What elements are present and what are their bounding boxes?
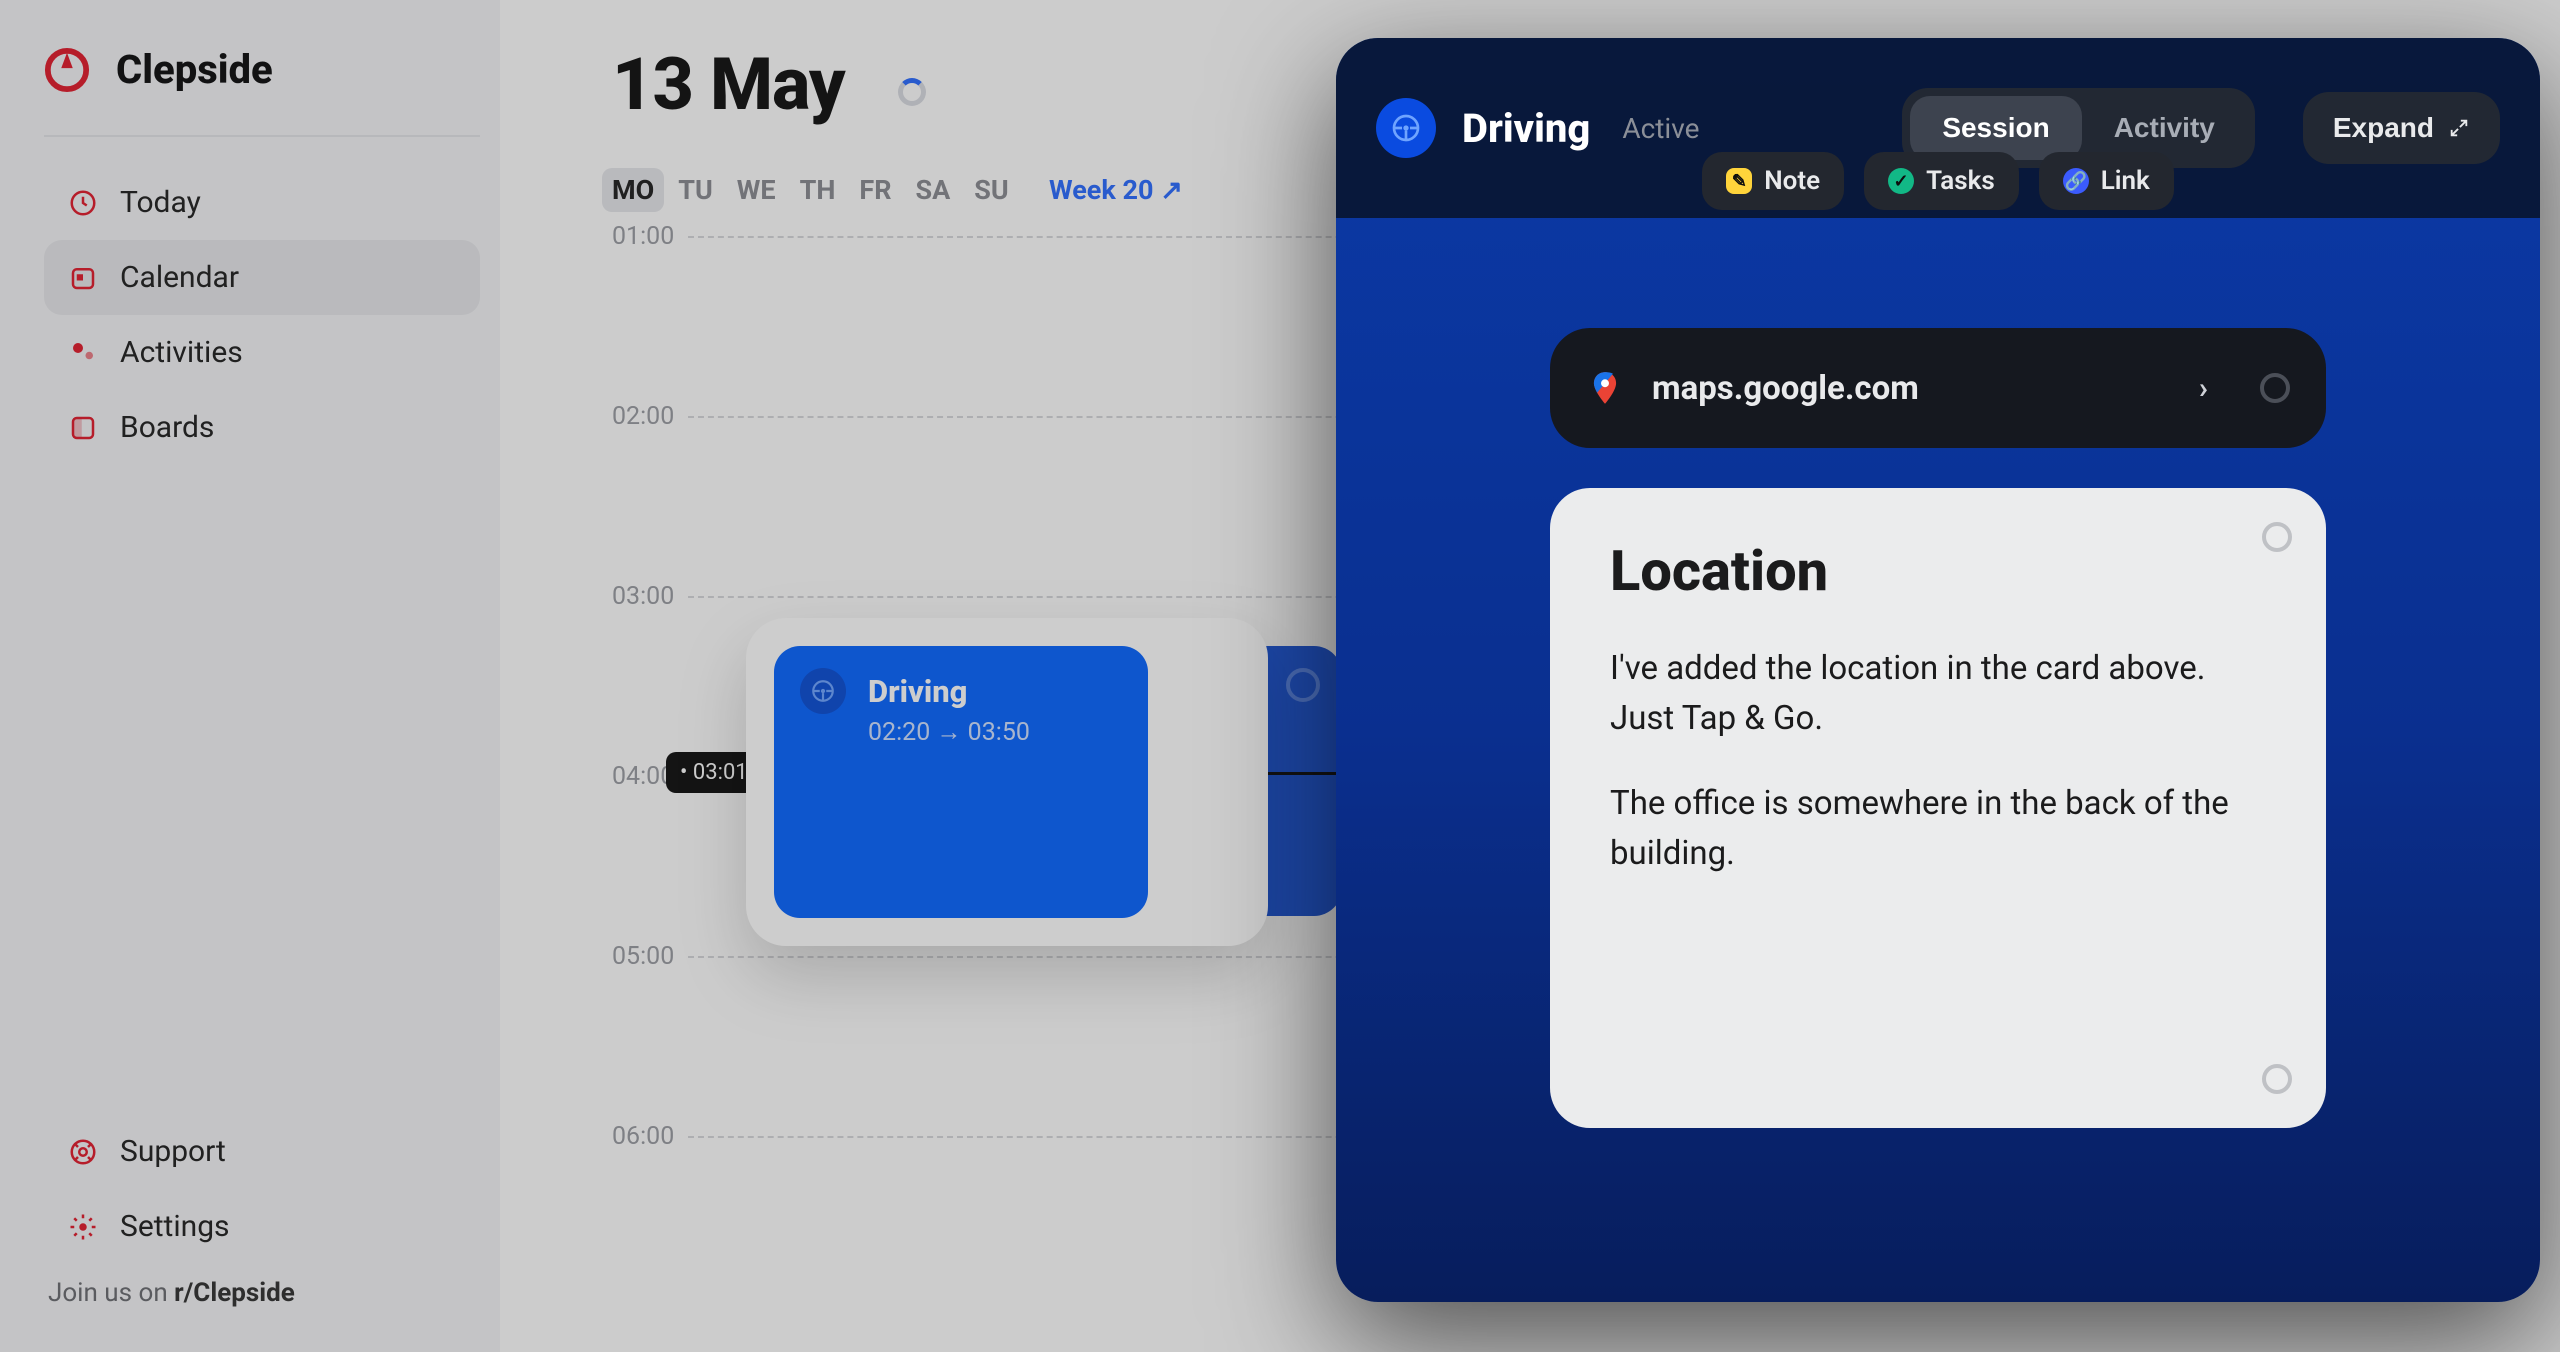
card-handle-icon[interactable] [2260, 373, 2290, 403]
week-link[interactable]: Week 20 ↗ [1049, 174, 1183, 206]
event-title: Driving [868, 673, 967, 710]
weekday-tu[interactable]: TU [678, 174, 713, 206]
weekday-fr[interactable]: FR [859, 174, 891, 206]
steering-wheel-icon [1376, 98, 1436, 158]
weekday-row: MO TU WE TH FR SA SU [612, 174, 1009, 206]
sidebar-item-calendar[interactable]: Calendar [44, 240, 480, 315]
activities-icon [68, 338, 98, 368]
panel-body: maps.google.com › Location I've added th… [1336, 218, 2540, 1128]
link-icon: 🔗 [2063, 168, 2089, 194]
chip-link[interactable]: 🔗Link [2039, 152, 2174, 210]
brand-logo-icon [44, 47, 90, 93]
footer-community-link[interactable]: Join us on r/Clepside [44, 1264, 480, 1322]
sidebar-item-boards[interactable]: Boards [44, 390, 480, 465]
link-card[interactable]: maps.google.com › [1550, 328, 2326, 448]
hour-label: 01:00 [612, 222, 674, 251]
tab-activity[interactable]: Activity [2082, 96, 2247, 160]
card-handle-icon[interactable] [2262, 1064, 2292, 1094]
drag-handle-icon[interactable] [1286, 668, 1320, 702]
hour-label: 03:00 [612, 582, 674, 611]
expand-icon [2448, 117, 2470, 139]
hour-label: 02:00 [612, 402, 674, 431]
weekday-sa[interactable]: SA [916, 174, 951, 206]
support-icon [68, 1137, 98, 1167]
hour-label: 04:00 [612, 762, 674, 791]
sidebar-item-activities[interactable]: Activities [44, 315, 480, 390]
tab-session[interactable]: Session [1910, 96, 2081, 160]
weekday-mo[interactable]: MO [602, 168, 664, 212]
hour-label: 06:00 [612, 1122, 674, 1151]
event-time: 02:20 → 03:50 [868, 718, 1122, 747]
detail-panel: Driving Active Session Activity Expand ✎… [1336, 38, 2540, 1302]
sidebar-item-label: Today [120, 185, 201, 220]
panel-header: Driving Active Session Activity Expand ✎… [1336, 38, 2540, 218]
note-paragraph: The office is somewhere in the back of t… [1610, 779, 2266, 878]
panel-chips: ✎Note ✓Tasks 🔗Link [1336, 152, 2540, 218]
sidebar-item-label: Support [120, 1134, 226, 1169]
event-card[interactable]: Driving 02:20 → 03:50 [774, 646, 1148, 918]
sidebar: Clepside Today Calendar Activities Board… [0, 0, 500, 1352]
panel-title: Driving [1462, 105, 1590, 152]
clock-icon [68, 188, 98, 218]
chip-note[interactable]: ✎Note [1702, 152, 1844, 210]
link-url: maps.google.com [1652, 369, 1919, 408]
loading-spinner-icon [898, 78, 926, 106]
brand: Clepside [44, 46, 480, 93]
steering-wheel-icon [800, 668, 846, 714]
date-heading: 13 May [612, 42, 845, 127]
sidebar-item-support[interactable]: Support [44, 1114, 480, 1189]
sidebar-item-label: Activities [120, 335, 243, 370]
weekday-su[interactable]: SU [974, 174, 1008, 206]
hour-label: 05:00 [612, 942, 674, 971]
card-handle-icon[interactable] [2262, 522, 2292, 552]
note-icon: ✎ [1726, 168, 1752, 194]
sidebar-item-label: Calendar [120, 260, 239, 295]
calendar-icon [68, 263, 98, 293]
note-title: Location [1610, 538, 2266, 604]
gear-icon [68, 1212, 98, 1242]
boards-icon [68, 413, 98, 443]
sidebar-item-label: Boards [120, 410, 214, 445]
panel-status: Active [1622, 112, 1699, 145]
sidebar-item-today[interactable]: Today [44, 165, 480, 240]
note-paragraph: I've added the location in the card abov… [1610, 644, 2266, 743]
sidebar-item-settings[interactable]: Settings [44, 1189, 480, 1264]
note-card[interactable]: Location I've added the location in the … [1550, 488, 2326, 1128]
weekday-we[interactable]: WE [737, 174, 776, 206]
weekday-th[interactable]: TH [800, 174, 836, 206]
sidebar-divider [44, 135, 480, 137]
sidebar-item-label: Settings [120, 1209, 230, 1244]
event-selected[interactable]: Driving 02:20 → 03:50 [746, 618, 1268, 946]
brand-name: Clepside [116, 46, 273, 93]
tasks-icon: ✓ [1888, 168, 1914, 194]
chip-tasks[interactable]: ✓Tasks [1864, 152, 2019, 210]
maps-pin-icon [1586, 369, 1624, 407]
chevron-right-icon: › [2199, 371, 2208, 406]
